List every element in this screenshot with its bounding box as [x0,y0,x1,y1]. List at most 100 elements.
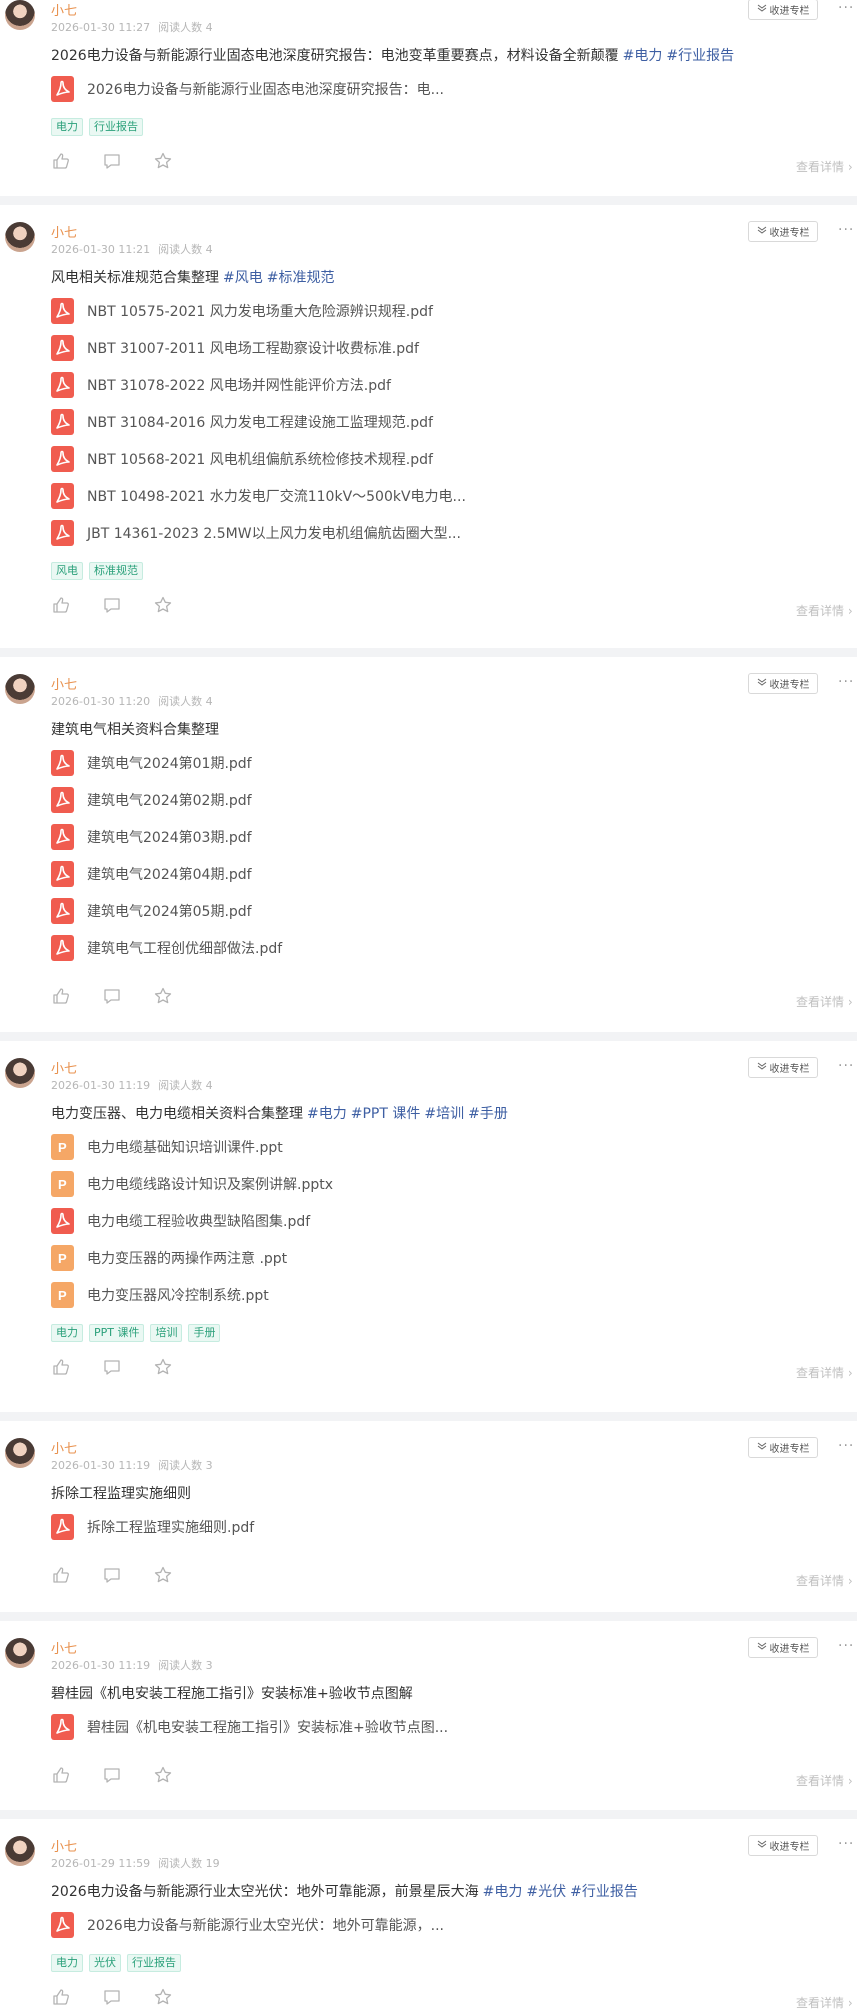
like-icon[interactable] [51,151,71,171]
post-title[interactable]: 建筑电气相关资料合集整理 [51,719,219,739]
attachment-item[interactable]: 建筑电气2024第02期.pdf [51,786,252,814]
view-detail-link[interactable]: 查看详情 › [796,602,853,619]
post-title[interactable]: 电力变压器、电力电缆相关资料合集整理 #电力 #PPT 课件 #培训 #手册 [51,1103,508,1123]
hashtag-link[interactable]: #行业报告 [666,48,734,64]
comment-icon[interactable] [102,595,122,615]
post-title[interactable]: 碧桂园《机电安装工程施工指引》安装标准+验收节点图解 [51,1683,413,1703]
hashtag-link[interactable]: #标准规范 [267,270,335,286]
favorite-star-icon[interactable] [153,151,173,171]
hashtag-link[interactable]: #电力 [483,1884,523,1900]
collect-to-column-button[interactable]: 收进专栏 [748,1057,818,1078]
comment-icon[interactable] [102,151,122,171]
author-name[interactable]: 小七 [51,1836,77,1855]
like-icon[interactable] [51,1565,71,1585]
author-name[interactable]: 小七 [51,674,77,693]
like-icon[interactable] [51,595,71,615]
hashtag-link[interactable]: #光伏 [526,1884,566,1900]
author-name[interactable]: 小七 [51,1058,77,1077]
like-icon[interactable] [51,1765,71,1785]
more-options-icon[interactable]: ··· [838,1836,854,1852]
avatar[interactable] [5,674,35,704]
hashtag-link[interactable]: #PPT 课件 [351,1106,421,1122]
attachment-item[interactable]: 2026电力设备与新能源行业固态电池深度研究报告：电... [51,75,444,103]
like-icon[interactable] [51,1987,71,2007]
like-icon[interactable] [51,1357,71,1377]
attachment-item[interactable]: NBT 31078-2022 风电场并网性能评价方法.pdf [51,371,391,399]
view-detail-link[interactable]: 查看详情 › [796,993,853,1010]
favorite-star-icon[interactable] [153,1357,173,1377]
attachment-item[interactable]: NBT 31007-2011 风电场工程勘察设计收费标准.pdf [51,334,419,362]
view-detail-link[interactable]: 查看详情 › [796,1364,853,1381]
favorite-star-icon[interactable] [153,1987,173,2007]
attachment-item[interactable]: P 电力电缆线路设计知识及案例讲解.pptx [51,1170,333,1198]
avatar[interactable] [5,1836,35,1866]
favorite-star-icon[interactable] [153,986,173,1006]
comment-icon[interactable] [102,986,122,1006]
author-name[interactable]: 小七 [51,1438,77,1457]
view-detail-link[interactable]: 查看详情 › [796,1772,853,1789]
hashtag-link[interactable]: #行业报告 [570,1884,638,1900]
more-options-icon[interactable]: ··· [838,0,854,16]
hashtag-link[interactable]: #培训 [424,1106,464,1122]
post-title[interactable]: 风电相关标准规范合集整理 #风电 #标准规范 [51,267,334,287]
attachment-item[interactable]: 建筑电气2024第04期.pdf [51,860,252,888]
more-options-icon[interactable]: ··· [838,1638,854,1654]
attachment-item[interactable]: 拆除工程监理实施细则.pdf [51,1513,254,1541]
hashtag-link[interactable]: #手册 [468,1106,508,1122]
collect-to-column-button[interactable]: 收进专栏 [748,0,818,20]
topic-tag[interactable]: 标准规范 [89,562,143,580]
more-options-icon[interactable]: ··· [838,1058,854,1074]
attachment-item[interactable]: 建筑电气工程创优细部做法.pdf [51,934,282,962]
collect-to-column-button[interactable]: 收进专栏 [748,673,818,694]
attachment-item[interactable]: P 电力变压器的两操作两注意 .ppt [51,1244,287,1272]
topic-tag[interactable]: 行业报告 [127,1954,181,1972]
view-detail-link[interactable]: 查看详情 › [796,158,853,175]
author-name[interactable]: 小七 [51,1638,77,1657]
attachment-item[interactable]: 建筑电气2024第03期.pdf [51,823,252,851]
like-icon[interactable] [51,986,71,1006]
author-name[interactable]: 小七 [51,222,77,241]
comment-icon[interactable] [102,1765,122,1785]
collect-to-column-button[interactable]: 收进专栏 [748,221,818,242]
topic-tag[interactable]: 行业报告 [89,118,143,136]
attachment-item[interactable]: 碧桂园《机电安装工程施工指引》安装标准+验收节点图... [51,1713,448,1741]
attachment-item[interactable]: NBT 10575-2021 风力发电场重大危险源辨识规程.pdf [51,297,433,325]
hashtag-link[interactable]: #电力 [623,48,663,64]
topic-tag[interactable]: 电力 [51,1324,83,1342]
avatar[interactable] [5,222,35,252]
more-options-icon[interactable]: ··· [838,674,854,690]
favorite-star-icon[interactable] [153,1765,173,1785]
post-title[interactable]: 2026电力设备与新能源行业固态电池深度研究报告：电池变革重要赛点，材料设备全新… [51,45,734,65]
topic-tag[interactable]: 培训 [150,1324,183,1342]
post-title[interactable]: 拆除工程监理实施细则 [51,1483,191,1503]
view-detail-link[interactable]: 查看详情 › [796,1994,853,2011]
avatar[interactable] [5,1438,35,1468]
favorite-star-icon[interactable] [153,1565,173,1585]
topic-tag[interactable]: 电力 [51,118,83,136]
more-options-icon[interactable]: ··· [838,222,854,238]
hashtag-link[interactable]: #电力 [307,1106,347,1122]
attachment-item[interactable]: 电力电缆工程验收典型缺陷图集.pdf [51,1207,310,1235]
hashtag-link[interactable]: #风电 [223,270,263,286]
avatar[interactable] [5,1638,35,1668]
collect-to-column-button[interactable]: 收进专栏 [748,1637,818,1658]
attachment-item[interactable]: 建筑电气2024第01期.pdf [51,749,252,777]
comment-icon[interactable] [102,1565,122,1585]
author-name[interactable]: 小七 [51,0,77,19]
more-options-icon[interactable]: ··· [838,1438,854,1454]
post-title[interactable]: 2026电力设备与新能源行业太空光伏：地外可靠能源，前景星辰大海 #电力 #光伏 #行… [51,1881,638,1901]
comment-icon[interactable] [102,1987,122,2007]
topic-tag[interactable]: 电力 [51,1954,83,1972]
topic-tag[interactable]: 手册 [188,1324,221,1342]
favorite-star-icon[interactable] [153,595,173,615]
attachment-item[interactable]: NBT 10498-2021 水力发电厂交流110kV～500kV电力电... [51,482,466,510]
attachment-item[interactable]: NBT 10568-2021 风电机组偏航系统检修技术规程.pdf [51,445,433,473]
attachment-item[interactable]: JBT 14361-2023 2.5MW以上风力发电机组偏航齿圈大型... [51,519,461,547]
topic-tag[interactable]: 风电 [51,562,83,580]
collect-to-column-button[interactable]: 收进专栏 [748,1437,818,1458]
topic-tag[interactable]: PPT 课件 [89,1324,145,1342]
attachment-item[interactable]: 建筑电气2024第05期.pdf [51,897,252,925]
attachment-item[interactable]: P 电力电缆基础知识培训课件.ppt [51,1133,283,1161]
comment-icon[interactable] [102,1357,122,1377]
avatar[interactable] [5,1058,35,1088]
